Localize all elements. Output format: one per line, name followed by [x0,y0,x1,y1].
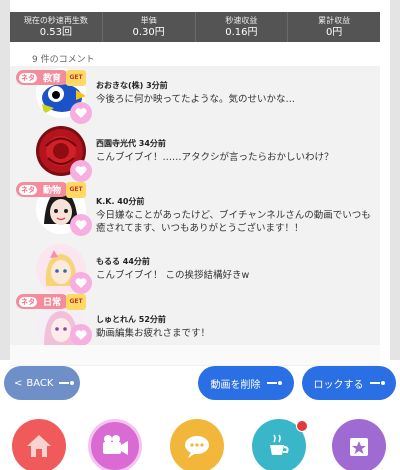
heart-icon[interactable] [70,272,92,294]
lock-button[interactable]: ロックする [302,366,396,400]
stat-total-revenue: 累計収益 0円 [318,15,351,38]
comment-author: もるる 44分前 [96,257,150,266]
back-button[interactable]: < BACK [4,366,80,400]
heart-icon[interactable] [70,160,92,182]
heart-icon[interactable] [70,102,92,124]
comment-list[interactable]: おおきな(株) 3分前 今後ろに何か映ってたような。気のせいかな… 西園寺光代 … [10,66,380,366]
sleep-coffee-icon [270,434,289,455]
tag-education: ネタ 教育 [16,70,70,85]
stat-views-per-sec: 現在の秒速再生数 0.53回 [10,12,103,42]
chat-bubble-icon [185,436,209,458]
home-icon [27,435,51,457]
nav-video[interactable] [88,419,142,470]
star-board-icon [350,438,368,456]
comment-text: こんブイブイ！……アタクシが言ったらおかしいわけ？ [96,152,334,163]
nav-ranking[interactable] [332,419,386,470]
comment-text: 今日嫌なことがあったけど、ブイチャンネルさんの動画でいつも癒されてます、いつもあ… [96,210,371,234]
comment-author: しゅとれん 52分前 [96,315,166,324]
comment-author: 西園寺光代 34分前 [96,139,166,148]
video-camera-icon [103,435,128,455]
comment-text: こんブイブイ！ この挨拶結構好きw [96,270,250,281]
bottom-nav [0,410,400,470]
comment-text: 今後ろに何か映ってたような。気のせいかな… [96,94,296,105]
chevron-left-icon: < [14,377,23,389]
nav-chat[interactable] [170,419,224,470]
comment-item[interactable]: 西園寺光代 34分前 こんブイブイ！……アタクシが言ったらおかしいわけ？ [10,124,380,180]
get-badge: GET [66,294,86,310]
comment-text: 動画編集お疲れさまです！ [96,328,211,339]
list-bottom-fade [10,345,380,365]
left-rail [0,0,10,360]
delete-video-button[interactable]: 動画を削除 [198,366,294,400]
get-badge: GET [66,70,86,86]
nav-home[interactable] [12,419,66,470]
stat-revenue-per-sec: 秒速収益 0.16円 [196,12,289,42]
comment-count: 9 件のコメント [32,55,95,65]
comment-author: おおきな(株) 3分前 [96,81,168,90]
get-badge: GET [66,182,86,198]
stat-unit-price: 単価 0.30円 [103,12,196,42]
right-rail [390,0,400,360]
tag-animal: ネタ 動物 [16,182,70,197]
heart-icon[interactable] [70,324,92,346]
comment-item[interactable]: もるる 44分前 こんブイブイ！ この挨拶結構好きw [10,242,380,298]
heart-icon[interactable] [70,214,92,236]
tag-daily: ネタ 日常 [16,294,70,309]
stats-bar: 現在の秒速再生数 0.53回 単価 0.30円 秒速収益 0.16円 累計収益 … [10,12,380,42]
comment-author: K.K. 40分前 [96,197,145,206]
app-screen: 現在の秒速再生数 0.53回 単価 0.30円 秒速収益 0.16円 累計収益 … [0,0,400,470]
notification-dot [296,420,308,432]
